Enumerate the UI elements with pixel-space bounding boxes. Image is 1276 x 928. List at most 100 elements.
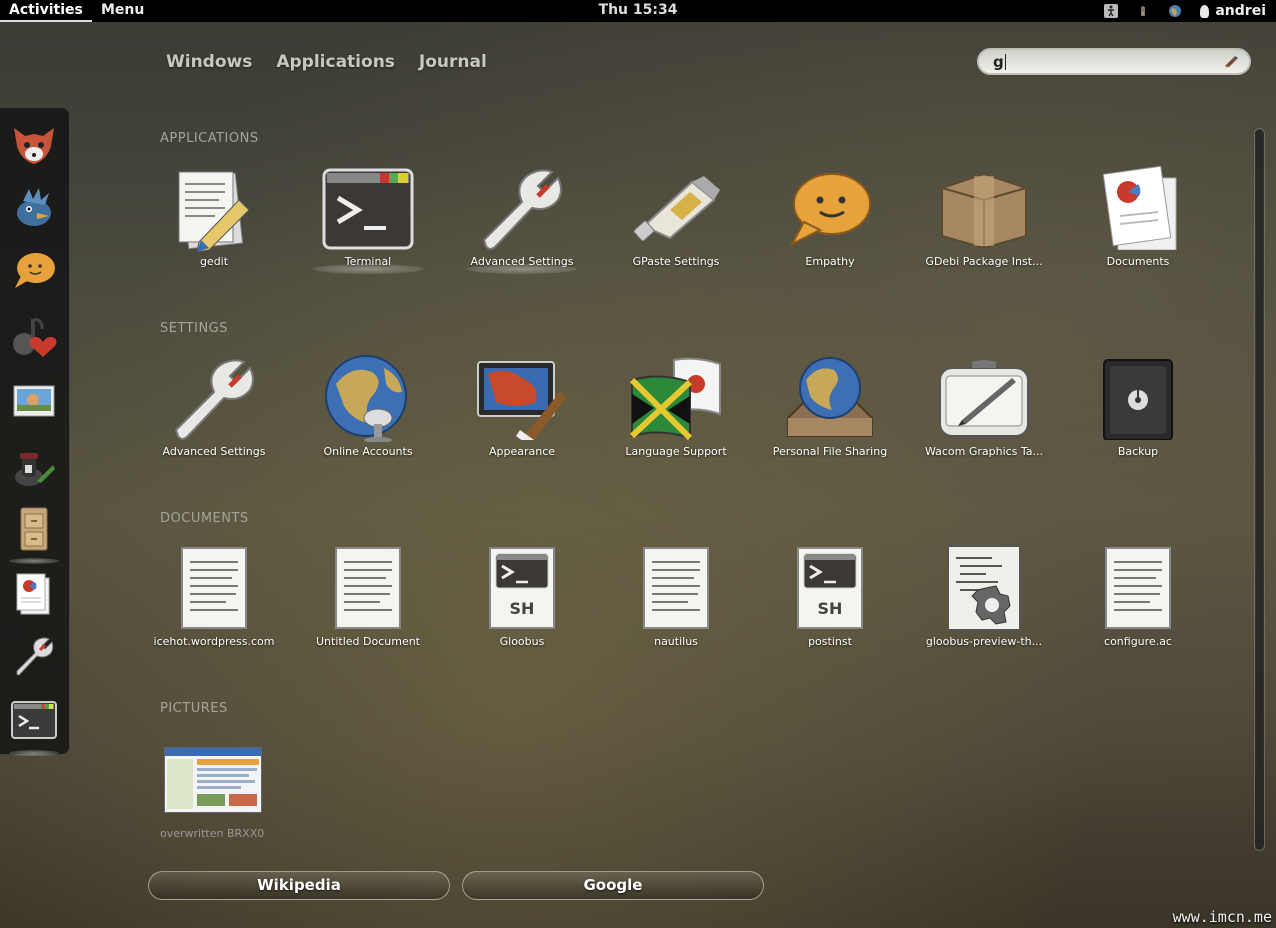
doc-gloobus[interactable]: SH Gloobus — [445, 540, 599, 660]
network-globe-icon[interactable] — [1168, 4, 1182, 18]
doc-label: postinst — [808, 635, 852, 648]
dash-empathy[interactable] — [9, 246, 59, 296]
search-google-button[interactable]: Google — [462, 871, 764, 900]
dash-advanced-settings[interactable] — [9, 631, 59, 681]
dash-documents[interactable] — [9, 570, 59, 620]
setting-personal-file-sharing[interactable]: Personal File Sharing — [753, 350, 907, 470]
setting-label: Advanced Settings — [162, 445, 266, 458]
dash-thunderbird[interactable] — [9, 183, 59, 233]
app-label: Terminal — [344, 255, 392, 268]
doc-configure-ac[interactable]: configure.ac — [1061, 540, 1215, 660]
app-documents[interactable]: Documents — [1061, 160, 1215, 280]
graphics-tablet-icon — [936, 354, 1032, 442]
results-scrollbar[interactable] — [1254, 128, 1265, 851]
applications-grid: gedit Terminal Advanced Settings GPaste … — [137, 160, 1217, 280]
paste-tube-icon — [628, 164, 724, 252]
setting-wacom[interactable]: Wacom Graphics Ta... — [907, 350, 1061, 470]
app-gedit[interactable]: gedit — [137, 160, 291, 280]
app-gdebi[interactable]: GDebi Package Inst... — [907, 160, 1061, 280]
section-applications: APPLICATIONS — [160, 131, 259, 146]
music-heart-icon — [13, 317, 57, 357]
text-cursor — [1004, 54, 1006, 70]
dash-terminal[interactable] — [9, 696, 59, 756]
doc-postinst[interactable]: SH postinst — [753, 540, 907, 660]
shell-script-icon: SH — [782, 544, 878, 632]
doc-label: nautilus — [654, 635, 698, 648]
doc-icehot[interactable]: icehot.wordpress.com — [137, 540, 291, 660]
setting-label: Personal File Sharing — [772, 445, 888, 458]
clock[interactable]: Thu 15:34 — [0, 0, 1276, 20]
app-menu-button[interactable]: Menu — [101, 0, 144, 20]
accessibility-icon[interactable] — [1104, 4, 1119, 18]
app-label: GPaste Settings — [632, 255, 720, 268]
setting-language-support[interactable]: Language Support — [599, 350, 753, 470]
documents-icon — [16, 573, 50, 615]
setting-label: Backup — [1117, 445, 1159, 458]
dash-banshee[interactable] — [9, 311, 59, 361]
activities-button[interactable]: Activities — [0, 0, 92, 22]
doc-label: Untitled Document — [316, 635, 420, 648]
ink-pen-icon — [15, 453, 55, 486]
gedit-icon — [166, 164, 262, 252]
app-gpaste-settings[interactable]: GPaste Settings — [599, 160, 753, 280]
setting-label: Appearance — [488, 445, 556, 458]
doc-label: Gloobus — [499, 635, 545, 648]
shell-script-icon: SH — [474, 544, 570, 632]
clear-search-icon[interactable] — [1223, 55, 1239, 69]
scrollbar-thumb[interactable] — [1256, 130, 1263, 849]
dash-files[interactable] — [9, 504, 59, 564]
tab-journal[interactable]: Journal — [419, 52, 487, 72]
app-advanced-settings[interactable]: Advanced Settings — [445, 160, 599, 280]
dash-editor[interactable] — [9, 441, 59, 491]
terminal-icon — [11, 701, 57, 739]
setting-label: Online Accounts — [323, 445, 413, 458]
setting-backup[interactable]: Backup — [1061, 350, 1215, 470]
picture-label: overwritten BRXX0... — [160, 827, 264, 840]
doc-untitled[interactable]: Untitled Document — [291, 540, 445, 660]
app-label: gedit — [199, 255, 229, 268]
app-label: Advanced Settings — [470, 255, 574, 268]
setting-advanced-settings[interactable]: Advanced Settings — [137, 350, 291, 470]
thunderbird-icon — [17, 188, 51, 226]
firefox-fox-icon — [14, 128, 54, 164]
text-document-icon — [320, 544, 416, 632]
file-cabinet-icon — [20, 507, 48, 551]
text-document-icon — [166, 544, 262, 632]
app-label: Empathy — [805, 255, 855, 268]
dash-firefox[interactable] — [9, 120, 59, 170]
setting-online-accounts[interactable]: Online Accounts — [291, 350, 445, 470]
user-menu[interactable]: andrei — [1200, 3, 1266, 19]
sh-text: SH — [818, 599, 843, 618]
doc-label: gloobus-preview-th... — [925, 635, 1043, 648]
doc-gloobus-preview[interactable]: gloobus-preview-th... — [907, 540, 1061, 660]
watermark: www.imcn.me — [1172, 908, 1272, 926]
documents-grid: icehot.wordpress.com Untitled Document S… — [137, 540, 1217, 660]
dash-shotwell[interactable] — [9, 376, 59, 426]
doc-label: icehot.wordpress.com — [153, 635, 275, 648]
section-documents: DOCUMENTS — [160, 511, 249, 526]
tab-windows[interactable]: Windows — [166, 52, 252, 72]
battery-icon[interactable] — [1136, 4, 1150, 18]
empathy-chat-icon — [15, 253, 55, 288]
documents-icon — [1090, 164, 1186, 252]
section-settings: SETTINGS — [160, 321, 229, 336]
monitor-brush-icon — [474, 354, 570, 442]
doc-label: configure.ac — [1104, 635, 1172, 648]
safe-icon — [1090, 354, 1186, 442]
app-label: Documents — [1106, 255, 1170, 268]
globe-satellite-icon — [320, 354, 416, 442]
photo-viewer-icon — [13, 385, 55, 417]
system-tray: andrei — [1104, 0, 1266, 22]
text-document-icon — [1090, 544, 1186, 632]
search-input[interactable]: g — [977, 48, 1251, 75]
wrench-icon — [16, 637, 54, 676]
setting-label: Wacom Graphics Ta... — [924, 445, 1044, 458]
doc-nautilus[interactable]: nautilus — [599, 540, 753, 660]
app-terminal[interactable]: Terminal — [291, 160, 445, 280]
setting-appearance[interactable]: Appearance — [445, 350, 599, 470]
search-wikipedia-button[interactable]: Wikipedia — [148, 871, 450, 900]
tab-applications[interactable]: Applications — [276, 52, 395, 72]
wrench-icon — [474, 164, 570, 252]
wrench-icon — [166, 354, 262, 442]
app-empathy[interactable]: Empathy — [753, 160, 907, 280]
